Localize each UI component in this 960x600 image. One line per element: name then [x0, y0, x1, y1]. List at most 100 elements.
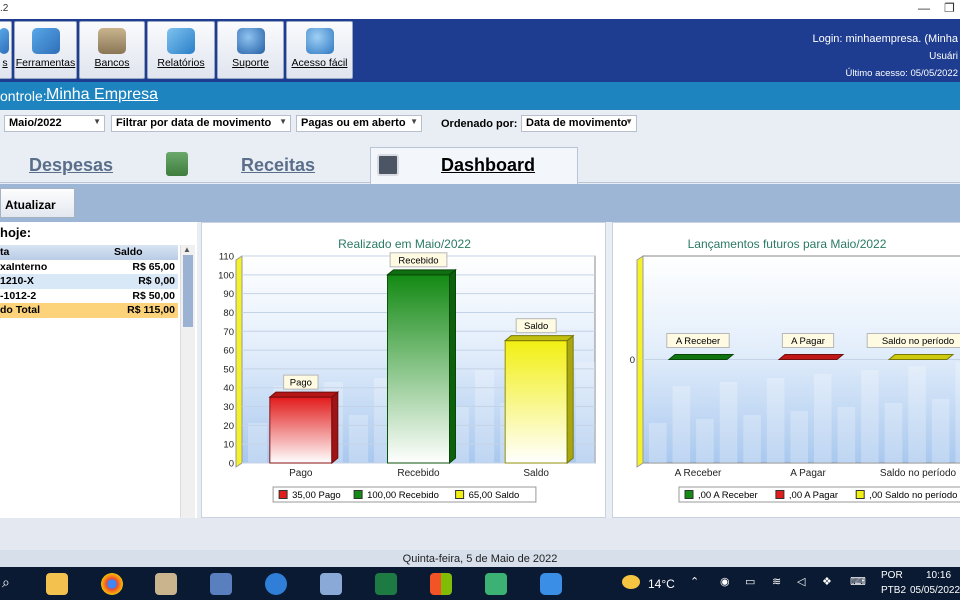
file-explorer-icon[interactable]	[46, 573, 68, 595]
last-access: Último acesso: 05/05/2022	[845, 68, 958, 79]
company-bar: ontrole: Minha Empresa	[0, 82, 960, 110]
y-tick-label: 30	[223, 402, 234, 413]
filter-by-select[interactable]: Filtrar por data de movimento ▼	[111, 115, 291, 132]
quick-access-button[interactable]: Acesso fácil	[286, 21, 353, 79]
bar-saldo-no-período	[887, 354, 955, 360]
cloud-icon[interactable]	[540, 573, 562, 595]
refresh-button[interactable]: Atualizar	[0, 188, 75, 218]
main-toolbar: s Ferramentas Bancos Relatórios Suporte …	[0, 19, 960, 82]
month-select[interactable]: Maio/2022 ▼	[4, 115, 105, 132]
chart-realizado: Realizado em Maio/2022 0 10 20 30 40 50 60 70 80 9…	[218, 237, 596, 503]
legend-item: ,00 A Pagar	[789, 490, 838, 501]
chevron-down-icon: ▼	[93, 117, 101, 126]
legend-item: 65,00 Saldo	[469, 490, 520, 501]
restore-button[interactable]: ❐	[944, 1, 955, 15]
background-decoration	[814, 374, 832, 463]
store-icon[interactable]	[430, 573, 452, 595]
legend-item: ,00 Saldo no período	[869, 490, 957, 501]
account-balance: R$ 0,00	[138, 275, 175, 287]
volume-icon[interactable]: ◁	[797, 575, 805, 588]
tray-icon[interactable]: ▭	[745, 575, 755, 588]
table-row[interactable]: -1012-2 R$ 50,00	[0, 289, 178, 304]
chevron-up-icon[interactable]: ⌃	[690, 575, 699, 588]
chevron-down-icon: ▼	[625, 117, 633, 126]
minimize-button[interactable]: —	[918, 1, 930, 15]
x-tick-label: A Receber	[675, 468, 722, 479]
background-decoration	[743, 415, 761, 463]
left-wall	[235, 255, 243, 468]
quick-access-icon	[305, 28, 334, 54]
chrome-icon[interactable]	[101, 573, 123, 595]
accounts-table: ta Saldo xaInterno R$ 65,00 1210-X R$ 0,…	[0, 245, 178, 318]
tab-receitas[interactable]: Receitas	[241, 155, 315, 176]
money-icon	[166, 152, 188, 176]
accounts-header: ta Saldo	[0, 245, 178, 260]
reports-button[interactable]: Relatórios	[147, 21, 215, 79]
company-name-link[interactable]: Minha Empresa	[46, 86, 158, 104]
status-value: Pagas ou em aberto	[301, 117, 406, 129]
help-icon[interactable]	[265, 573, 287, 595]
y-tick-label: 20	[223, 421, 234, 432]
status-select[interactable]: Pagas ou em aberto ▼	[296, 115, 422, 132]
search-icon[interactable]: ⌕	[2, 574, 10, 591]
legend-item: 35,00 Pago	[292, 490, 341, 501]
bar-top	[268, 391, 340, 398]
y-tick-label: 40	[223, 383, 234, 394]
banks-label: Bancos	[94, 57, 130, 69]
bottom-strip	[0, 518, 960, 550]
accounts-title: hoje:	[0, 225, 32, 240]
dropbox-icon[interactable]: ❖	[822, 575, 832, 588]
order-select[interactable]: Data de movimento ▼	[521, 115, 637, 132]
quick-access-label: Acesso fácil	[291, 57, 348, 69]
app-icon[interactable]	[155, 573, 177, 595]
table-row[interactable]: 1210-X R$ 0,00	[0, 274, 178, 289]
tab-strip: Despesas Receitas Dashboard	[0, 140, 960, 184]
background-decoration	[719, 382, 738, 463]
support-button[interactable]: Suporte	[217, 21, 284, 79]
month-select-value: Maio/2022	[9, 117, 62, 129]
y-tick-label: 0	[630, 355, 635, 366]
accounts-scrollbar[interactable]: ▲ ▼	[180, 245, 195, 538]
background-decoration	[649, 423, 667, 463]
x-tick-label: A Pagar	[790, 468, 826, 479]
clock-date[interactable]: 05/05/2022	[910, 585, 960, 596]
chart-futuros: Lançamentos futuros para Maio/2022 0 A Rec…	[630, 237, 960, 503]
left-wall	[636, 255, 644, 468]
scroll-up-icon[interactable]: ▲	[183, 245, 191, 254]
account-balance: R$ 50,00	[132, 289, 175, 302]
keyboard-icon[interactable]: ⌨	[850, 575, 866, 588]
clock-time[interactable]: 10:16	[926, 570, 951, 581]
keyboard-layout[interactable]: PTB2	[881, 585, 906, 596]
dashboard-icon	[377, 154, 399, 176]
banks-button[interactable]: Bancos	[79, 21, 145, 79]
app-icon[interactable]	[210, 573, 232, 595]
app-icon[interactable]	[320, 573, 342, 595]
status-bar: Quinta-feira, 5 de Maio de 2022	[0, 550, 960, 567]
data-label: Saldo	[524, 321, 548, 332]
header-balance: Saldo	[114, 246, 143, 258]
weather-temp[interactable]: 14°C	[648, 577, 675, 591]
tab-despesas[interactable]: Despesas	[29, 155, 113, 176]
chart-panel-futuros: Lançamentos futuros para Maio/2022 0 A Rec…	[612, 222, 960, 518]
scroll-thumb[interactable]	[183, 255, 193, 327]
tray-icon[interactable]: ◉	[720, 575, 730, 588]
excel-icon[interactable]	[375, 573, 397, 595]
toolbar-partial-button[interactable]: s	[0, 21, 12, 79]
filter-bar: Maio/2022 ▼ Filtrar por data de movimento…	[0, 110, 960, 140]
background-decoration	[575, 362, 595, 463]
weather-icon[interactable]	[622, 575, 640, 589]
background-decoration	[908, 366, 926, 463]
background-decoration	[248, 423, 268, 463]
language-code[interactable]: POR	[881, 570, 903, 581]
tab-dashboard[interactable]: Dashboard	[441, 155, 535, 176]
y-tick-label: 50	[223, 364, 234, 375]
account-balance: R$ 65,00	[132, 260, 175, 273]
tools-button[interactable]: Ferramentas	[14, 21, 77, 79]
background-decoration	[790, 411, 808, 463]
total-balance: R$ 115,00	[127, 304, 175, 316]
wifi-icon[interactable]: ≋	[772, 575, 781, 588]
app-icon[interactable]	[485, 573, 507, 595]
filter-by-value: Filtrar por data de movimento	[116, 117, 272, 129]
legend-swatch	[353, 490, 363, 499]
table-row[interactable]: xaInterno R$ 65,00	[0, 260, 178, 275]
